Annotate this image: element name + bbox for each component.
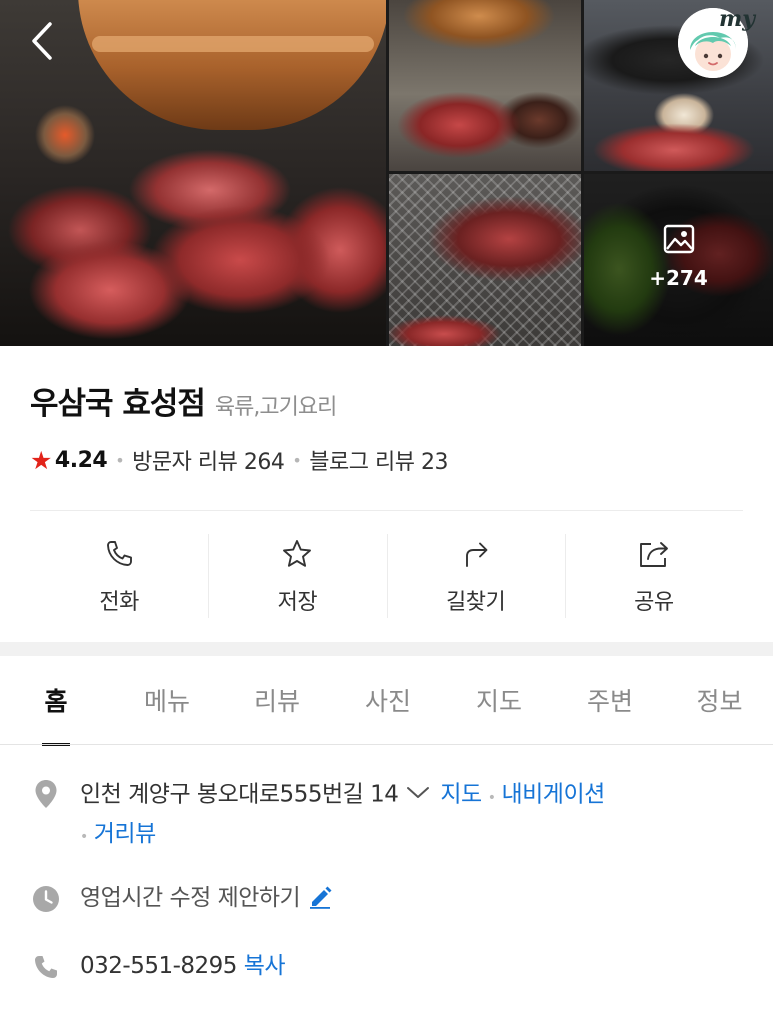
more-photos-count: +274 [649, 266, 708, 290]
tab-photos[interactable]: 사진 [332, 656, 444, 744]
action-bar: 전화 저장 길찾기 공유 [30, 522, 743, 630]
directions-button[interactable]: 길찾기 [386, 522, 565, 630]
separator-dot: • [80, 828, 88, 845]
address-row: 인천 계양구 봉오대로555번길 14 지도 • 내비게이션 • 거리뷰 [0, 775, 773, 855]
phone-row: 032-551-8295 복사 [0, 948, 773, 988]
copper-pot-shape [78, 0, 386, 130]
save-label: 저장 [277, 590, 318, 615]
tab-map[interactable]: 지도 [444, 656, 554, 744]
phone-filled-icon [32, 952, 60, 982]
tab-bar-underline [0, 744, 773, 745]
call-button[interactable]: 전화 [30, 522, 208, 630]
hours-text-block[interactable]: 영업시간 수정 제안하기 [80, 880, 745, 916]
chevron-left-icon [30, 21, 54, 65]
divider [30, 510, 743, 511]
photo-gallery: +274 my [0, 0, 773, 346]
rating-star-icon: ★ [30, 445, 52, 475]
tab-menu[interactable]: 메뉴 [112, 656, 222, 744]
title-row: 우삼국 효성점 육류,고기요리 [30, 378, 745, 423]
photo-thumb-more[interactable]: +274 [584, 174, 773, 346]
street-view-link[interactable]: 거리뷰 [94, 821, 156, 847]
image-icon [662, 222, 696, 260]
directions-label: 길찾기 [446, 590, 506, 615]
navigation-link[interactable]: 내비게이션 [501, 782, 605, 808]
share-label: 공유 [634, 590, 674, 615]
phone-text-block: 032-551-8295 복사 [80, 948, 745, 984]
share-icon [637, 536, 671, 572]
photo-thumb-3[interactable] [389, 174, 581, 346]
profile-my-label: my [719, 6, 756, 32]
clock-icon [32, 884, 60, 914]
more-photos-overlay: +274 [584, 222, 773, 302]
pencil-icon [307, 885, 333, 911]
separator-dot: • [292, 450, 302, 470]
pot-rim-shape [92, 36, 374, 52]
tab-info[interactable]: 정보 [666, 656, 773, 744]
tab-nearby[interactable]: 주변 [554, 656, 666, 744]
share-button[interactable]: 공유 [564, 522, 743, 630]
visitor-reviews-link[interactable]: 방문자 리뷰 264 [132, 444, 285, 476]
section-divider [0, 642, 773, 656]
photo-thumb-1[interactable] [389, 0, 581, 171]
map-link[interactable]: 지도 [440, 782, 482, 808]
phone-number[interactable]: 032-551-8295 [80, 953, 237, 979]
call-label: 전화 [99, 590, 139, 615]
location-pin-icon [32, 779, 60, 809]
tab-bar: 홈 메뉴 리뷰 사진 지도 주변 정보 [0, 656, 773, 746]
directions-arrow-icon [461, 536, 491, 572]
separator-dot: • [115, 450, 125, 470]
address-text-block: 인천 계양구 봉오대로555번길 14 지도 • 내비게이션 • 거리뷰 [80, 775, 745, 855]
place-name: 우삼국 효성점 [30, 386, 206, 422]
hours-suggest-text: 영업시간 수정 제안하기 [80, 885, 301, 911]
save-button[interactable]: 저장 [208, 522, 386, 630]
hours-row: 영업시간 수정 제안하기 [0, 880, 773, 920]
tab-reviews[interactable]: 리뷰 [222, 656, 332, 744]
rating-row: ★ 4.24 • 방문자 리뷰 264 • 블로그 리뷰 23 [30, 444, 448, 476]
blog-reviews-link[interactable]: 블로그 리뷰 23 [309, 444, 448, 476]
copy-phone-link[interactable]: 복사 [244, 953, 286, 979]
back-button[interactable] [22, 20, 62, 66]
tab-home[interactable]: 홈 [0, 656, 112, 746]
phone-icon [104, 536, 134, 572]
chevron-down-icon[interactable] [406, 775, 430, 811]
address-text[interactable]: 인천 계양구 봉오대로555번길 14 [80, 782, 399, 808]
place-category: 육류,고기요리 [214, 395, 337, 420]
star-outline-icon [281, 536, 313, 572]
place-header: 우삼국 효성점 육류,고기요리 [30, 378, 745, 423]
rating-value: 4.24 [54, 447, 108, 473]
separator-dot: • [487, 789, 496, 806]
